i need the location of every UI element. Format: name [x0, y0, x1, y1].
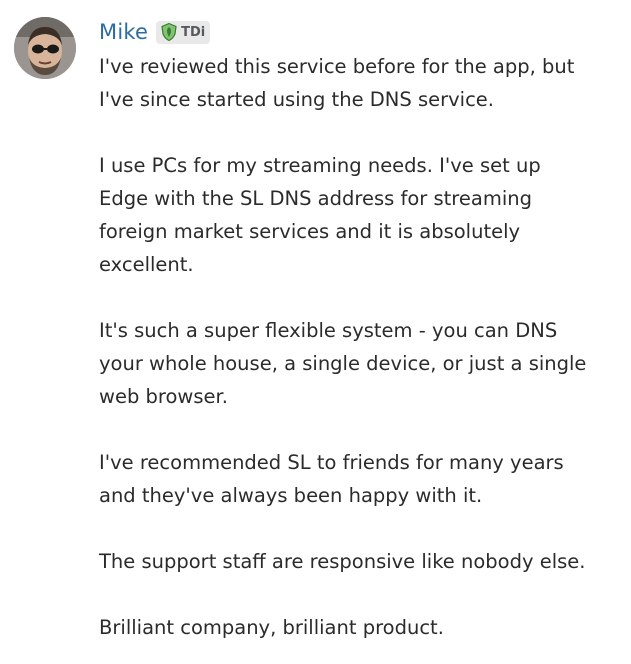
- message-body: I've reviewed this service before for th…: [99, 50, 624, 664]
- avatar[interactable]: [14, 17, 76, 79]
- paragraph: I've recommended SL to friends for many …: [99, 446, 624, 512]
- user-badge[interactable]: TDi: [156, 20, 211, 44]
- paragraph: It's such a super flexible system - you …: [99, 314, 624, 413]
- text-line: foreign market services and it is absolu…: [99, 220, 521, 243]
- text-line: Brilliant company, brilliant product.: [99, 616, 444, 639]
- text-line: Edge with the SL DNS address for streami…: [99, 187, 532, 210]
- text-line: I use PCs for my streaming needs. I've s…: [99, 154, 541, 177]
- review-message: Mike TDi I've reviewed this service befo…: [0, 0, 631, 664]
- text-line: It's such a super flexible system - you …: [99, 319, 558, 342]
- paragraph: The support staff are responsive like no…: [99, 545, 624, 578]
- text-line: excellent.: [99, 253, 194, 276]
- message-header: Mike TDi: [99, 17, 211, 47]
- text-line: I've reviewed this service before for th…: [99, 55, 575, 78]
- text-line: your whole house, a single device, or ju…: [99, 352, 587, 375]
- paragraph: I use PCs for my streaming needs. I've s…: [99, 149, 624, 281]
- paragraph: Brilliant company, brilliant product.: [99, 611, 624, 644]
- text-line: and they've always been happy with it.: [99, 484, 483, 507]
- text-line: The support staff are responsive like no…: [99, 550, 586, 573]
- paragraph: I've reviewed this service before for th…: [99, 50, 624, 116]
- leaf-shield-icon: [159, 22, 181, 42]
- text-line: web browser.: [99, 385, 228, 408]
- text-line: I've since started using the DNS service…: [99, 88, 494, 111]
- username[interactable]: Mike: [99, 20, 148, 44]
- text-line: I've recommended SL to friends for many …: [99, 451, 564, 474]
- badge-label: TDi: [181, 24, 206, 40]
